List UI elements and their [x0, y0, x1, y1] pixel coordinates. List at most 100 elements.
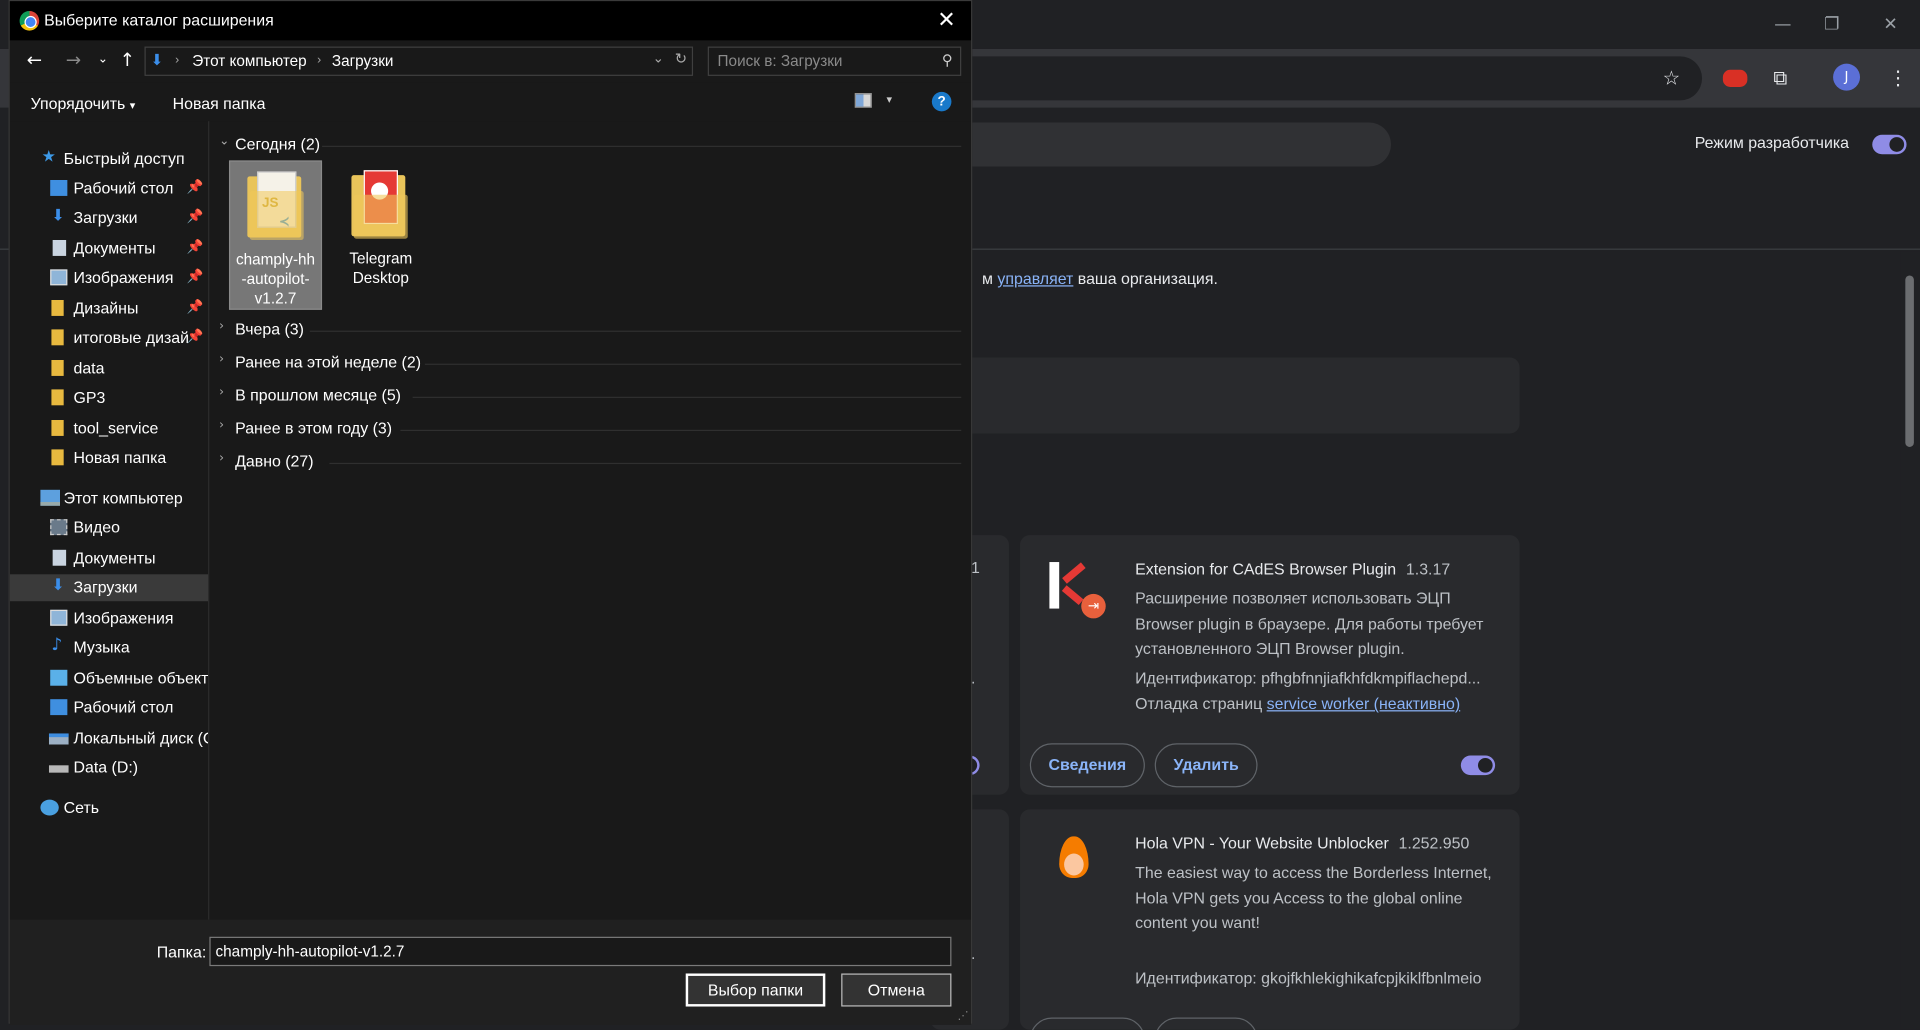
view-dropdown-icon[interactable]: ▾ — [887, 93, 893, 106]
sidebar-item-data[interactable]: data — [10, 355, 208, 382]
puzzle-icon[interactable]: ⧉ — [1766, 64, 1795, 93]
cancel-button[interactable]: Отмена — [841, 973, 952, 1007]
organize-menu[interactable]: Упорядочить ▾ — [31, 94, 136, 112]
details-button[interactable]: Сведения — [1029, 743, 1145, 788]
folder-icon — [51, 420, 64, 436]
close-window-icon[interactable]: ✕ — [1866, 10, 1915, 39]
refresh-icon[interactable]: ↻ — [675, 50, 687, 67]
help-icon[interactable]: ? — [931, 91, 952, 112]
resize-grip-icon[interactable]: ⋰ — [958, 1010, 969, 1022]
group-divider — [329, 462, 962, 465]
hola-flame-icon — [1057, 836, 1091, 880]
cades-id: Идентификатор: pfhgbfnnjiafkhfdkmpiflach… — [1135, 668, 1481, 687]
dialog-title: Выберите каталог расширения — [44, 11, 274, 30]
group-divider — [322, 145, 962, 147]
cades-toggle[interactable] — [1460, 755, 1496, 776]
hola-id: Идентификатор: gkojfkhlekighikafcpjkiklf… — [1135, 968, 1482, 987]
scroll-thumb[interactable] — [1905, 275, 1914, 447]
download-icon: ⬇ — [51, 576, 65, 596]
drive-icon — [48, 765, 69, 773]
extension-card-hola: Hola VPN - Your Website Unblocker 1.252.9… — [1020, 809, 1520, 1030]
pictures-icon — [50, 609, 68, 626]
sidebar-item-designs[interactable]: Дизайны 📌 — [10, 295, 208, 322]
group-divider — [400, 429, 962, 432]
group-divider — [424, 363, 962, 365]
restore-icon[interactable]: ❐ — [1807, 10, 1856, 39]
dev-mode-toggle[interactable] — [1872, 134, 1907, 155]
hola-remove-button[interactable] — [1154, 1017, 1258, 1030]
sidebar-item-pictures[interactable]: Изображения 📌 — [10, 264, 208, 291]
folder-tile-champly[interactable]: JS ≺ champly-hh -autopilot- v1.2.7 — [228, 160, 323, 310]
hola-title: Hola VPN - Your Website Unblocker 1.252.9… — [1135, 833, 1470, 853]
managed-link[interactable]: управляет — [997, 269, 1073, 287]
managed-notice: м управляет ваша организация. — [982, 269, 1218, 288]
sidebar-item-new-folder[interactable]: Новая папка — [10, 444, 208, 471]
chrome-logo-icon — [19, 11, 40, 31]
star-icon[interactable]: ☆ — [1657, 64, 1686, 93]
sidebar-item-data-drive[interactable]: Data (D:) — [10, 754, 208, 781]
close-icon[interactable]: ✕ — [932, 6, 961, 35]
recent-dropdown-icon[interactable]: ⌄ — [91, 47, 115, 74]
address-bar[interactable] — [967, 56, 1703, 101]
breadcrumb-this-pc[interactable]: Этот компьютер — [192, 53, 306, 70]
up-arrow-icon[interactable]: ↑ — [115, 47, 139, 74]
back-arrow-icon[interactable]: ← — [22, 47, 46, 74]
chevron-right-icon: › — [219, 385, 225, 400]
breadcrumb-downloads[interactable]: Загрузки — [332, 53, 394, 70]
pin-icon[interactable]: 📌 — [186, 239, 203, 255]
folder-tile-telegram[interactable]: Telegram Desktop — [334, 160, 427, 309]
sidebar-item-video[interactable]: Видео — [10, 514, 208, 541]
pin-icon[interactable]: 📌 — [186, 328, 203, 344]
sidebar-item-3d-objects[interactable]: Объемные объекты — [10, 665, 208, 692]
search-input[interactable]: Поиск в: Загрузки ⚲ — [707, 46, 962, 76]
pin-icon[interactable]: 📌 — [186, 268, 203, 284]
cube-icon — [50, 669, 68, 686]
chevron-right-icon: › — [219, 451, 225, 466]
sidebar-item-documents[interactable]: Документы 📌 — [10, 235, 208, 262]
star-icon: ★ — [41, 148, 56, 167]
folder-name: champly-hh -autopilot- v1.2.7 — [235, 251, 316, 308]
sidebar-item-pc-pictures[interactable]: Изображения — [10, 605, 208, 632]
sidebar-item-quick-access[interactable]: ★ Быстрый доступ — [10, 146, 208, 173]
avatar[interactable]: J — [1833, 63, 1862, 93]
pin-icon[interactable]: 📌 — [186, 299, 203, 315]
pin-icon[interactable]: 📌 — [186, 179, 203, 195]
sidebar-item-desktop[interactable]: Рабочий стол 📌 — [10, 175, 208, 202]
menu-icon[interactable]: ⋮ — [1883, 64, 1912, 93]
cades-title: Extension for CAdES Browser Plugin 1.3.17 — [1135, 559, 1451, 578]
chevron-right-icon: › — [175, 53, 180, 68]
sidebar-item-music[interactable]: ♪ Музыка — [10, 634, 208, 661]
hola-details-button[interactable] — [1029, 1017, 1145, 1030]
pin-icon[interactable]: 📌 — [186, 208, 203, 224]
folder-pdf-icon — [351, 170, 410, 241]
view-options-icon[interactable] — [854, 93, 872, 108]
sidebar-item-network[interactable]: Сеть — [10, 795, 208, 822]
sidebar-item-pc-documents[interactable]: Документы — [10, 545, 208, 572]
sidebar-item-pc-downloads[interactable]: ⬇ Загрузки — [9, 574, 209, 602]
service-worker-link[interactable]: service worker (неактивно) — [1267, 694, 1461, 712]
new-folder-button[interactable]: Новая папка — [173, 94, 266, 112]
sidebar-item-tool-service[interactable]: tool_service — [10, 415, 208, 442]
minimize-icon[interactable]: — — [1758, 10, 1807, 39]
desktop-icon — [50, 180, 68, 196]
sidebar-item-pc-desktop[interactable]: Рабочий стол — [10, 694, 208, 721]
navigation-pane: ★ Быстрый доступ Рабочий стол 📌 ⬇ Загруз… — [9, 121, 209, 920]
chevron-down-icon: ⌄ — [219, 134, 230, 149]
sidebar-item-local-disk[interactable]: Локальный диск (C — [10, 725, 208, 752]
forward-arrow-icon[interactable]: → — [61, 47, 85, 74]
select-folder-button[interactable]: Выбор папки — [685, 973, 826, 1007]
sidebar-item-final-designs[interactable]: итоговые дизай 📌 — [10, 324, 208, 351]
extension-red-icon[interactable] — [1720, 64, 1749, 93]
remove-button[interactable]: Удалить — [1154, 743, 1258, 788]
sidebar-item-downloads[interactable]: ⬇ Загрузки 📌 — [10, 204, 208, 231]
folder-name-input[interactable] — [209, 936, 952, 967]
address-breadcrumb[interactable]: ⬇ › Этот компьютер › Загрузки ⌄ ↻ — [144, 46, 694, 76]
cades-logo-icon: ⇥ — [1049, 562, 1106, 619]
file-list: ⌄ Сегодня (2) JS ≺ champly-hh -autopilot… — [209, 121, 972, 920]
folder-name: Telegram Desktop — [349, 249, 413, 287]
sidebar-item-gp3[interactable]: GP3 — [10, 384, 208, 411]
extensions-search[interactable] — [955, 122, 1392, 167]
drive-icon — [48, 733, 69, 745]
address-dropdown-icon[interactable]: ⌄ — [653, 50, 664, 66]
sidebar-item-this-pc[interactable]: Этот компьютер — [10, 485, 208, 512]
